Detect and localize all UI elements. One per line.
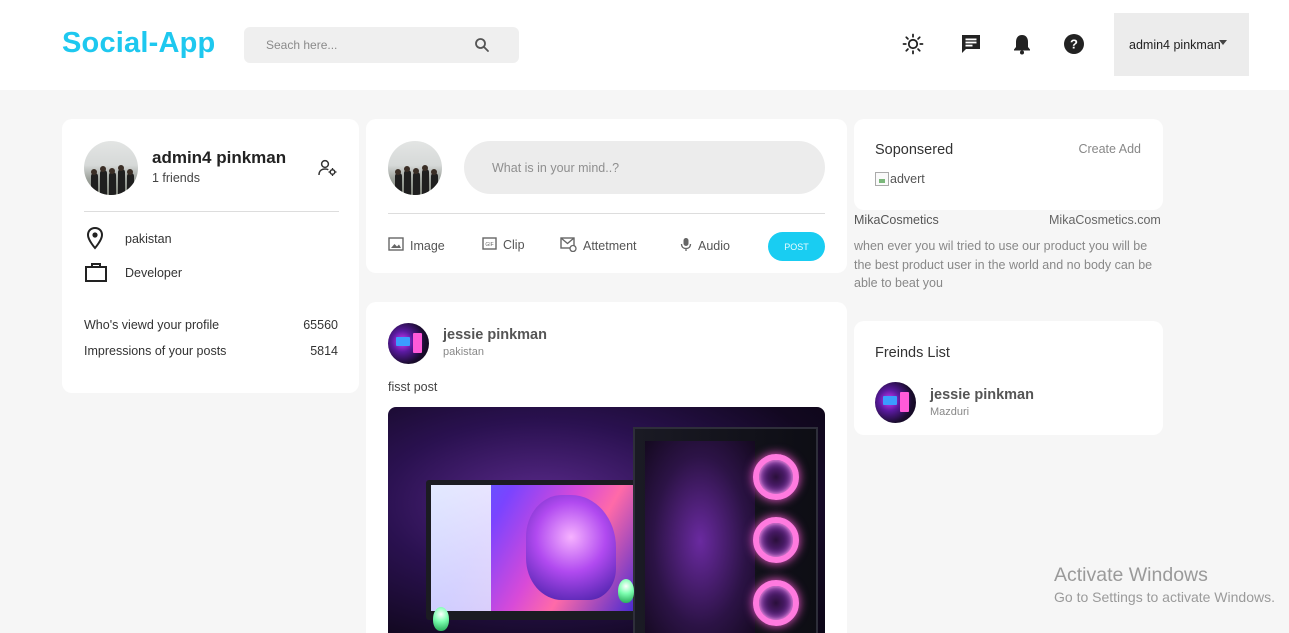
sponsored-title: Soponsered (875, 142, 954, 158)
friend-name[interactable]: jessie pinkman (930, 387, 1034, 403)
tool-label: Audio (698, 239, 730, 253)
navbar: Social-App ? admin4 pinkman (0, 0, 1289, 90)
location-pin-icon (84, 226, 106, 253)
message-icon[interactable] (959, 32, 983, 56)
avatar (388, 141, 442, 195)
post-text: fisst post (388, 380, 438, 394)
profile-views-row: Who's viewd your profile 65560 (84, 318, 338, 332)
post-button[interactable]: POST (768, 232, 825, 261)
microphone-icon (680, 237, 698, 255)
avatar[interactable] (875, 382, 916, 423)
bell-icon[interactable] (1010, 32, 1034, 56)
location-row: pakistan (84, 226, 339, 253)
help-icon[interactable]: ? (1062, 32, 1086, 56)
sun-icon[interactable] (901, 32, 925, 56)
stat-value: 5814 (310, 344, 338, 358)
sponsored-card: Soponsered Create Add advert (854, 119, 1163, 210)
manage-account-icon[interactable] (318, 159, 338, 182)
attachment-mail-icon (560, 237, 583, 255)
pc-case-illustration (633, 427, 818, 633)
sponsor-description: when ever you wil tried to use our produ… (854, 239, 1153, 290)
friends-list-card: Freinds List jessie pinkman Mazduri (854, 321, 1163, 435)
avatar[interactable] (84, 141, 138, 195)
post-author[interactable]: jessie pinkman (443, 327, 547, 343)
user-menu[interactable]: admin4 pinkman (1114, 13, 1249, 76)
friends-count: 1 friends (152, 171, 200, 185)
briefcase-icon (84, 261, 108, 286)
stat-label: Who's viewd your profile (84, 318, 220, 332)
search-bar[interactable] (244, 27, 519, 63)
avatar[interactable] (388, 323, 429, 364)
profile-card: admin4 pinkman 1 friends pakistan Develo… (62, 119, 359, 393)
search-input[interactable] (244, 27, 464, 63)
add-audio-button[interactable]: Audio (680, 237, 730, 255)
feed-post: jessie pinkman pakistan fisst post (366, 302, 847, 633)
status-input[interactable] (464, 141, 825, 194)
tool-label: Clip (503, 238, 525, 252)
user-menu-label: admin4 pinkman (1129, 37, 1221, 52)
tool-label: Image (410, 238, 445, 253)
svg-text:GIF: GIF (485, 242, 493, 248)
job-row: Developer (84, 261, 339, 285)
activation-watermark-subtitle: Go to Settings to activate Windows. (1054, 589, 1275, 605)
add-clip-button[interactable]: GIF Clip (482, 237, 525, 253)
monitor-illustration (426, 480, 638, 620)
svg-text:?: ? (1070, 37, 1078, 52)
add-image-button[interactable]: Image (388, 237, 445, 254)
gif-icon: GIF (482, 237, 503, 253)
divider (388, 213, 825, 214)
search-icon[interactable] (470, 33, 494, 57)
post-composer: Image GIF Clip Attetment Audio POST (366, 119, 847, 273)
add-attachment-button[interactable]: Attetment (560, 237, 637, 255)
tool-label: Attetment (583, 239, 637, 253)
app-logo[interactable]: Social-App (62, 27, 215, 60)
stat-value: 65560 (303, 318, 338, 332)
profile-name[interactable]: admin4 pinkman (152, 148, 286, 168)
job-text: Developer (125, 266, 182, 280)
advert-alt-text: advert (890, 172, 925, 186)
divider (84, 211, 339, 212)
friend-role: Mazduri (930, 406, 970, 418)
stat-label: Impressions of your posts (84, 344, 227, 358)
image-icon (388, 237, 410, 254)
sponsor-brand: MikaCosmetics (854, 213, 939, 227)
chevron-down-icon (1219, 40, 1227, 45)
broken-image-icon (875, 172, 889, 186)
activation-watermark-title: Activate Windows (1054, 564, 1208, 586)
post-location: pakistan (443, 346, 484, 358)
advert-image[interactable]: advert (875, 172, 925, 186)
location-text: pakistan (125, 232, 172, 246)
create-ad-link[interactable]: Create Add (1078, 142, 1141, 156)
impressions-row: Impressions of your posts 5814 (84, 344, 338, 358)
sponsor-site[interactable]: MikaCosmetics.com (1049, 213, 1161, 227)
friends-list-title: Freinds List (875, 345, 950, 361)
post-image[interactable] (388, 407, 825, 633)
